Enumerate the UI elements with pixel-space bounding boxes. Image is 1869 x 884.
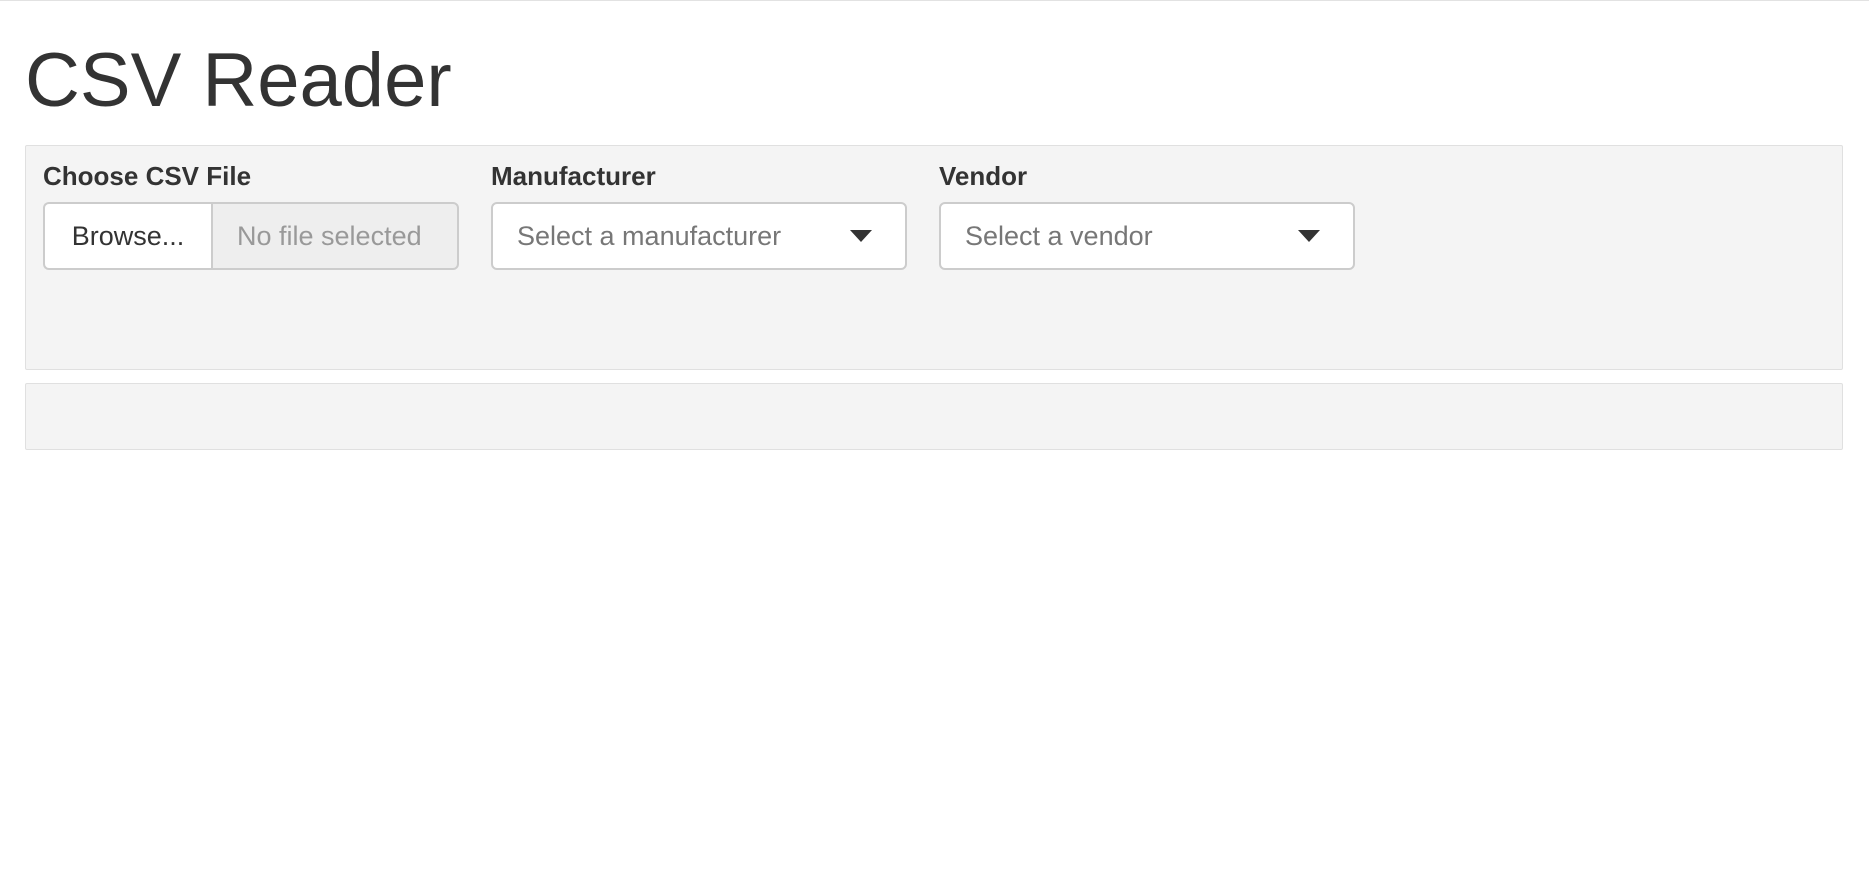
vendor-placeholder: Select a vendor <box>965 220 1153 251</box>
csv-file-input: Browse... No file selected <box>43 202 459 270</box>
vendor-control: Vendor Select a vendor <box>939 161 1355 270</box>
browse-button[interactable]: Browse... <box>43 202 211 270</box>
chevron-down-icon <box>1298 230 1320 242</box>
vendor-label: Vendor <box>939 161 1028 191</box>
csv-file-control: Choose CSV File Browse... No file select… <box>43 161 459 270</box>
manufacturer-select[interactable]: Select a manufacturer <box>491 202 907 270</box>
vendor-select[interactable]: Select a vendor <box>939 202 1355 270</box>
manufacturer-control: Manufacturer Select a manufacturer <box>491 161 907 270</box>
csv-file-label: Choose CSV File <box>43 161 252 191</box>
top-divider <box>0 0 1869 1</box>
manufacturer-label: Manufacturer <box>491 161 656 191</box>
file-name-display: No file selected <box>211 202 459 270</box>
output-panel <box>25 383 1843 450</box>
chevron-down-icon <box>850 230 872 242</box>
page-title: CSV Reader <box>25 38 452 123</box>
manufacturer-placeholder: Select a manufacturer <box>517 220 782 251</box>
input-panel: Choose CSV File Browse... No file select… <box>25 145 1843 370</box>
